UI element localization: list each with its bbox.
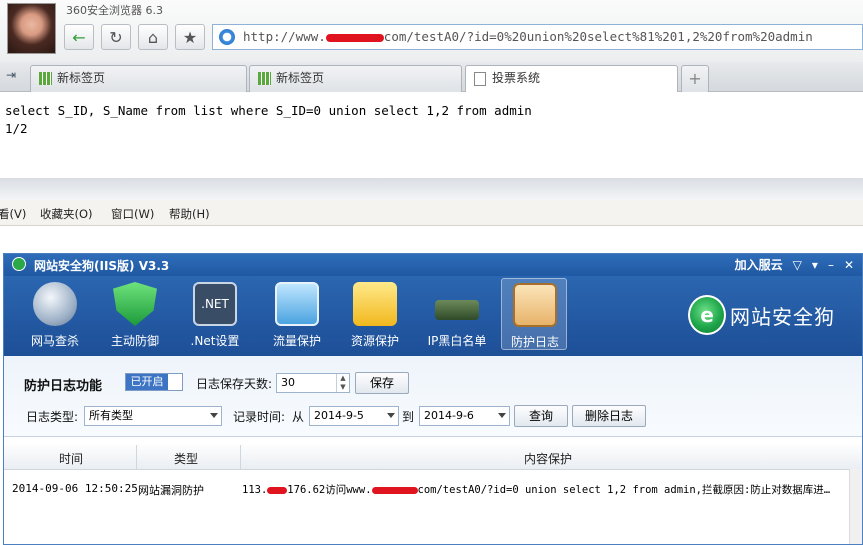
shield-icon: [113, 282, 157, 326]
minimize-icon[interactable]: –: [828, 258, 834, 272]
menu-help[interactable]: 帮助(H): [169, 206, 210, 222]
menu-window[interactable]: 窗口(W): [111, 206, 154, 222]
user-avatar[interactable]: [7, 3, 56, 54]
redaction-mark: [371, 486, 418, 494]
log-settings: 防护日志功能 已开启 日志保存天数: 30 ▲ ▼ 保存 日志类型: 所有类型 记…: [4, 356, 862, 437]
refresh-icon: ↻: [109, 27, 123, 47]
tool-ip-blacklist[interactable]: IP黑白名单: [424, 278, 490, 350]
menu-bar: 看(V) 收藏夹(O) 窗口(W) 帮助(H): [0, 200, 863, 226]
app-toolbar: 网马查杀 主动防御 .NET .Net设置 流量保护 资源保护 IP黑白名单 防…: [4, 276, 862, 356]
safedog-window: 网站安全狗(IIS版) V3.3 加入服云 ▽ ▾ – ✕ 网马查杀 主动防御 …: [3, 253, 863, 545]
clipboard-icon: [513, 283, 557, 327]
tab-new-2[interactable]: 新标签页: [249, 65, 462, 92]
scan-icon: [33, 282, 77, 326]
menu-view[interactable]: 看(V): [0, 206, 26, 222]
column-divider: [136, 445, 137, 469]
tool-trojan-scan[interactable]: 网马查杀: [22, 278, 88, 350]
grid-icon: [39, 72, 52, 85]
favorite-button[interactable]: ★: [175, 24, 205, 50]
row-content: 113. 176.62访问www. com/testA0/?id=0 union s…: [242, 484, 831, 496]
refresh-button[interactable]: ↻: [101, 24, 131, 50]
plus-icon: +: [688, 69, 702, 88]
from-date-picker[interactable]: 2014-9-5: [309, 406, 399, 426]
grid-icon: [258, 72, 271, 85]
column-time[interactable]: 时间: [59, 450, 83, 467]
browser-titlebar: 360安全浏览器 6.3 ← ↻ ⌂ ★ http://www. com/test…: [0, 0, 863, 62]
web-page-content: select S_ID, S_Name from list where S_ID…: [0, 92, 863, 178]
menu-favorites[interactable]: 收藏夹(O): [40, 206, 93, 222]
tool-net-settings[interactable]: .NET .Net设置: [182, 278, 248, 350]
delete-log-button[interactable]: 删除日志: [572, 405, 646, 427]
window-controls: 加入服云 ▽ ▾ – ✕: [735, 256, 854, 273]
menu-icon[interactable]: ▾: [812, 258, 818, 272]
address-url[interactable]: http://www. com/testA0/?id=0%20union%20se…: [243, 29, 813, 44]
to-label: 到: [402, 410, 415, 424]
tool-active-defense[interactable]: 主动防御: [102, 278, 168, 350]
row-type: 网站漏洞防护: [138, 484, 204, 497]
vertical-scrollbar[interactable]: [849, 469, 862, 544]
log-panel: 防护日志功能 已开启 日志保存天数: 30 ▲ ▼ 保存 日志类型: 所有类型 记…: [4, 356, 862, 544]
back-button[interactable]: ←: [64, 24, 94, 50]
chevron-down-icon: [210, 413, 218, 418]
spinner-icon[interactable]: ▲ ▼: [336, 374, 349, 392]
tab-bar: ⇥ 新标签页 新标签页 投票系统 +: [0, 62, 863, 92]
sidebar-toggle-icon[interactable]: ⇥: [6, 68, 22, 82]
app-title: 网站安全狗(IIS版) V3.3: [34, 259, 170, 273]
query-button[interactable]: 查询: [514, 405, 568, 427]
site-security-icon: [219, 29, 235, 45]
safedog-badge-icon: e: [688, 295, 726, 335]
column-type[interactable]: 类型: [174, 450, 198, 467]
safedog-logo-icon: [12, 257, 26, 271]
record-time-label: 记录时间:: [233, 410, 286, 424]
sql-query-line: select S_ID, S_Name from list where S_ID…: [5, 103, 532, 118]
skin-icon[interactable]: ▽: [793, 258, 802, 272]
table-row[interactable]: 2014-09-06 12:50:25 网站漏洞防护 113. 176.62访问w…: [4, 469, 850, 497]
save-days-input[interactable]: 30 ▲ ▼: [276, 373, 350, 393]
from-label: 从: [292, 410, 305, 424]
tab-new-1[interactable]: 新标签页: [30, 65, 247, 92]
router-icon: [435, 300, 479, 320]
close-icon[interactable]: ✕: [844, 258, 854, 272]
brand-text: 网站安全狗: [730, 305, 835, 329]
log-table-header: 时间 类型 内容保护: [4, 445, 862, 470]
redaction-mark: [325, 33, 384, 42]
column-content[interactable]: 内容保护: [524, 450, 572, 467]
window-gap: [0, 178, 863, 200]
folder-icon: [353, 282, 397, 326]
redaction-mark: [267, 486, 288, 494]
chevron-down-icon: [498, 413, 506, 418]
tool-resource-protection[interactable]: 资源保护: [342, 278, 408, 350]
browser-name: 360安全浏览器 6.3: [66, 4, 163, 17]
toggle-status: 已开启: [126, 374, 168, 390]
log-toggle[interactable]: 已开启: [125, 373, 183, 391]
tab-vote-system[interactable]: 投票系统: [465, 65, 678, 92]
page-icon: [474, 72, 486, 86]
row-time: 2014-09-06 12:50:25: [12, 482, 138, 495]
tool-protection-log[interactable]: 防护日志: [501, 278, 567, 350]
chevron-down-icon: [387, 413, 395, 418]
home-icon: ⌂: [147, 27, 159, 47]
app-titlebar: 网站安全狗(IIS版) V3.3 加入服云 ▽ ▾ – ✕: [4, 254, 862, 276]
save-button[interactable]: 保存: [355, 372, 409, 394]
to-date-picker[interactable]: 2014-9-6: [419, 406, 510, 426]
result-line: 1/2: [5, 121, 28, 136]
address-bar[interactable]: http://www. com/testA0/?id=0%20union%20se…: [212, 24, 863, 50]
back-arrow-icon: ←: [72, 27, 86, 47]
tool-traffic-protection[interactable]: 流量保护: [264, 278, 330, 350]
traffic-icon: [275, 282, 319, 326]
join-cloud-link[interactable]: 加入服云: [735, 256, 783, 273]
log-type-label: 日志类型:: [26, 410, 79, 424]
background-area: [0, 226, 863, 254]
column-divider: [240, 445, 241, 469]
log-feature-title: 防护日志功能: [24, 379, 103, 394]
save-days-label: 日志保存天数:: [196, 377, 273, 391]
star-icon: ★: [182, 27, 198, 47]
new-tab-button[interactable]: +: [681, 65, 709, 92]
log-type-select[interactable]: 所有类型: [84, 406, 222, 426]
net-icon: .NET: [193, 282, 237, 326]
home-button[interactable]: ⌂: [138, 24, 168, 50]
